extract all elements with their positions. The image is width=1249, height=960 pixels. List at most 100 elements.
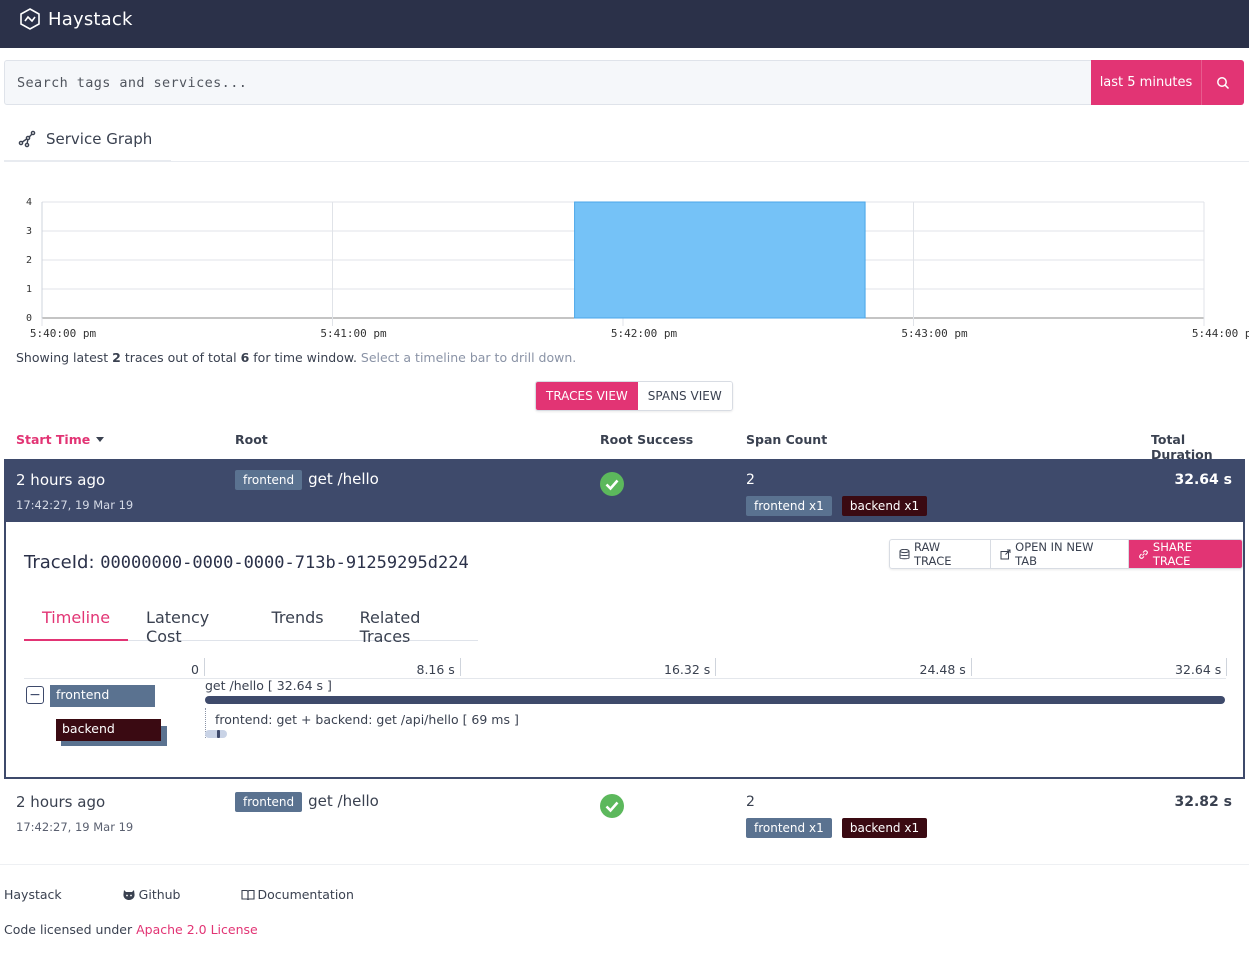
span-label: get /hello [ 32.64 s ] <box>205 678 332 693</box>
tab-trends[interactable]: Trends <box>253 598 341 641</box>
timeline-tick-line <box>715 658 716 676</box>
success-check-icon <box>600 794 624 822</box>
sort-caret-icon <box>96 437 105 442</box>
timeline-tick-line <box>204 658 205 676</box>
x-tick-label: 5:40:00 pm <box>30 327 97 340</box>
footer-haystack-label: Haystack <box>4 887 62 902</box>
column-header-root[interactable]: Root <box>235 432 268 447</box>
time-window-label: last 5 minutes <box>1099 75 1193 90</box>
search-input[interactable] <box>5 61 1090 104</box>
row-duration: 32.64 s <box>1174 472 1233 488</box>
service-graph-tab[interactable]: Service Graph <box>4 118 171 162</box>
tab-latency-cost[interactable]: Latency Cost <box>128 598 253 646</box>
detail-tabs: Timeline Latency Cost Trends Related Tra… <box>24 598 478 646</box>
x-tick-label: 5:43:00 pm <box>901 327 968 340</box>
summary-middle: traces out of total <box>120 350 241 365</box>
timeline-scale: 0 8.16 s 16.32 s 24.48 s 32.64 s <box>191 658 1227 678</box>
column-header-start-time[interactable]: Start Time <box>16 432 105 447</box>
span-bar[interactable] <box>205 696 1225 704</box>
row-timestamp: 17:42:27, 19 Mar 19 <box>16 498 134 512</box>
row-root: frontend get /hello <box>235 470 379 490</box>
span-label: frontend: get + backend: get /api/hello … <box>215 712 519 727</box>
view-toggle: TRACES VIEW SPANS VIEW <box>535 381 733 411</box>
link-icon <box>1139 549 1148 559</box>
x-tick-label: 5:44:00 pm <box>1192 327 1249 340</box>
brand[interactable]: Haystack <box>18 6 133 32</box>
row-span-count: 2 <box>746 472 755 488</box>
trace-detail-panel: TraceId: 00000000-0000-0000-713b-9125929… <box>4 522 1245 779</box>
row-root: frontend get /hello <box>235 792 379 812</box>
timeline-tick-label: 16.32 s <box>664 662 711 677</box>
tab-timeline[interactable]: Timeline <box>24 598 129 641</box>
search-icon <box>1217 76 1230 89</box>
service-graph-label: Service Graph <box>46 130 153 148</box>
open-new-tab-button[interactable]: OPEN IN NEW TAB <box>991 540 1129 568</box>
row-timestamp: 17:42:27, 19 Mar 19 <box>16 820 134 834</box>
timeline-tick-label: 32.64 s <box>1175 662 1222 677</box>
summary-prefix: Showing latest <box>16 350 113 365</box>
trace-actions: RAW TRACE OPEN IN NEW TAB SHARE TRACE <box>889 539 1243 569</box>
root-service-tag: frontend <box>235 470 303 490</box>
y-tick-label: 3 <box>26 226 32 237</box>
book-icon <box>240 889 255 900</box>
summary-shown: 2 <box>112 350 121 365</box>
column-header-total-duration[interactable]: Total Duration <box>1151 432 1249 462</box>
row-when: 2 hours ago <box>16 471 106 489</box>
service-count-tag: backend x1 <box>841 496 928 516</box>
search-bar: last 5 minutes <box>4 60 1244 105</box>
raw-trace-label: RAW TRACE <box>913 540 952 568</box>
y-tick-label: 1 <box>26 284 32 295</box>
footer-haystack-link[interactable]: Haystack <box>4 887 92 902</box>
trace-histogram: 0 1 2 3 4 5:40:00 pm 5:41:00 pm 5:42:00 pm 5:43:… <box>4 162 1249 460</box>
column-header-span-count[interactable]: Span Count <box>746 432 827 447</box>
y-tick-label: 0 <box>26 313 32 324</box>
x-tick-label: 5:41:00 pm <box>320 327 387 340</box>
success-check-icon <box>600 472 624 500</box>
top-header: Haystack <box>0 0 1249 48</box>
license-prefix: Code licensed under <box>4 922 137 937</box>
row-service-tags: frontend x1 backend x1 <box>746 496 928 516</box>
service-block-frontend: frontend <box>50 685 155 707</box>
database-icon <box>899 548 910 559</box>
spans-view-button[interactable]: SPANS VIEW <box>637 382 732 410</box>
summary-hint: Select a timeline bar to drill down. <box>360 350 577 365</box>
license-link[interactable]: Apache 2.0 License <box>136 922 258 937</box>
share-trace-label: SHARE TRACE <box>1152 540 1192 568</box>
table-row[interactable]: 2 hours ago 17:42:27, 19 Mar 19 frontend… <box>4 781 1245 845</box>
histogram-chart[interactable]: 0 1 2 3 4 5:40:00 pm 5:41:00 pm 5:42:00 pm 5:43:… <box>4 162 1249 347</box>
traces-view-button[interactable]: TRACES VIEW <box>536 382 638 410</box>
span-bar[interactable] <box>205 730 227 738</box>
summary-suffix: for time window. <box>249 350 361 365</box>
external-link-icon <box>1000 549 1011 559</box>
timeline-tick-line <box>459 658 461 676</box>
timeline-tick-label: 8.16 s <box>416 662 455 677</box>
raw-trace-button[interactable]: RAW TRACE <box>890 540 992 568</box>
column-header-root-success[interactable]: Root Success <box>600 432 693 447</box>
service-graph-icon <box>18 130 36 148</box>
row-service-tags: frontend x1 backend x1 <box>746 818 928 838</box>
table-row[interactable]: 2 hours ago 17:42:27, 19 Mar 19 frontend… <box>4 459 1245 523</box>
results-summary: Showing latest 2 traces out of total 6 f… <box>16 350 576 365</box>
tab-related-traces[interactable]: Related Traces <box>342 598 478 646</box>
y-tick-label: 2 <box>26 255 32 266</box>
timeline-tick-label: 24.48 s <box>919 662 966 677</box>
time-window-button[interactable]: last 5 minutes <box>1091 60 1201 105</box>
github-icon <box>123 889 135 900</box>
histogram-bar[interactable] <box>574 201 866 319</box>
service-count-tag: frontend x1 <box>746 496 832 516</box>
footer-docs-link[interactable]: Documentation <box>240 887 384 902</box>
footer-docs-label: Documentation <box>257 887 354 902</box>
row-duration: 32.82 s <box>1174 794 1233 810</box>
footer: Haystack Github Documentation Code licen… <box>0 864 1249 960</box>
trace-id-heading: TraceId: 00000000-0000-0000-713b-9125929… <box>24 552 469 573</box>
footer-github-link[interactable]: Github <box>122 887 211 902</box>
haystack-logo-icon <box>20 8 40 30</box>
collapse-toggle-icon[interactable]: − <box>26 686 44 704</box>
trace-id-value: 00000000-0000-0000-713b-91259295d224 <box>100 553 469 573</box>
timeline-tick-line <box>970 658 972 676</box>
service-count-tag: frontend x1 <box>746 818 832 838</box>
share-trace-button[interactable]: SHARE TRACE <box>1128 540 1242 568</box>
timeline-tick-line <box>1226 658 1227 676</box>
root-service-tag: frontend <box>235 792 303 812</box>
search-button[interactable] <box>1201 60 1244 105</box>
